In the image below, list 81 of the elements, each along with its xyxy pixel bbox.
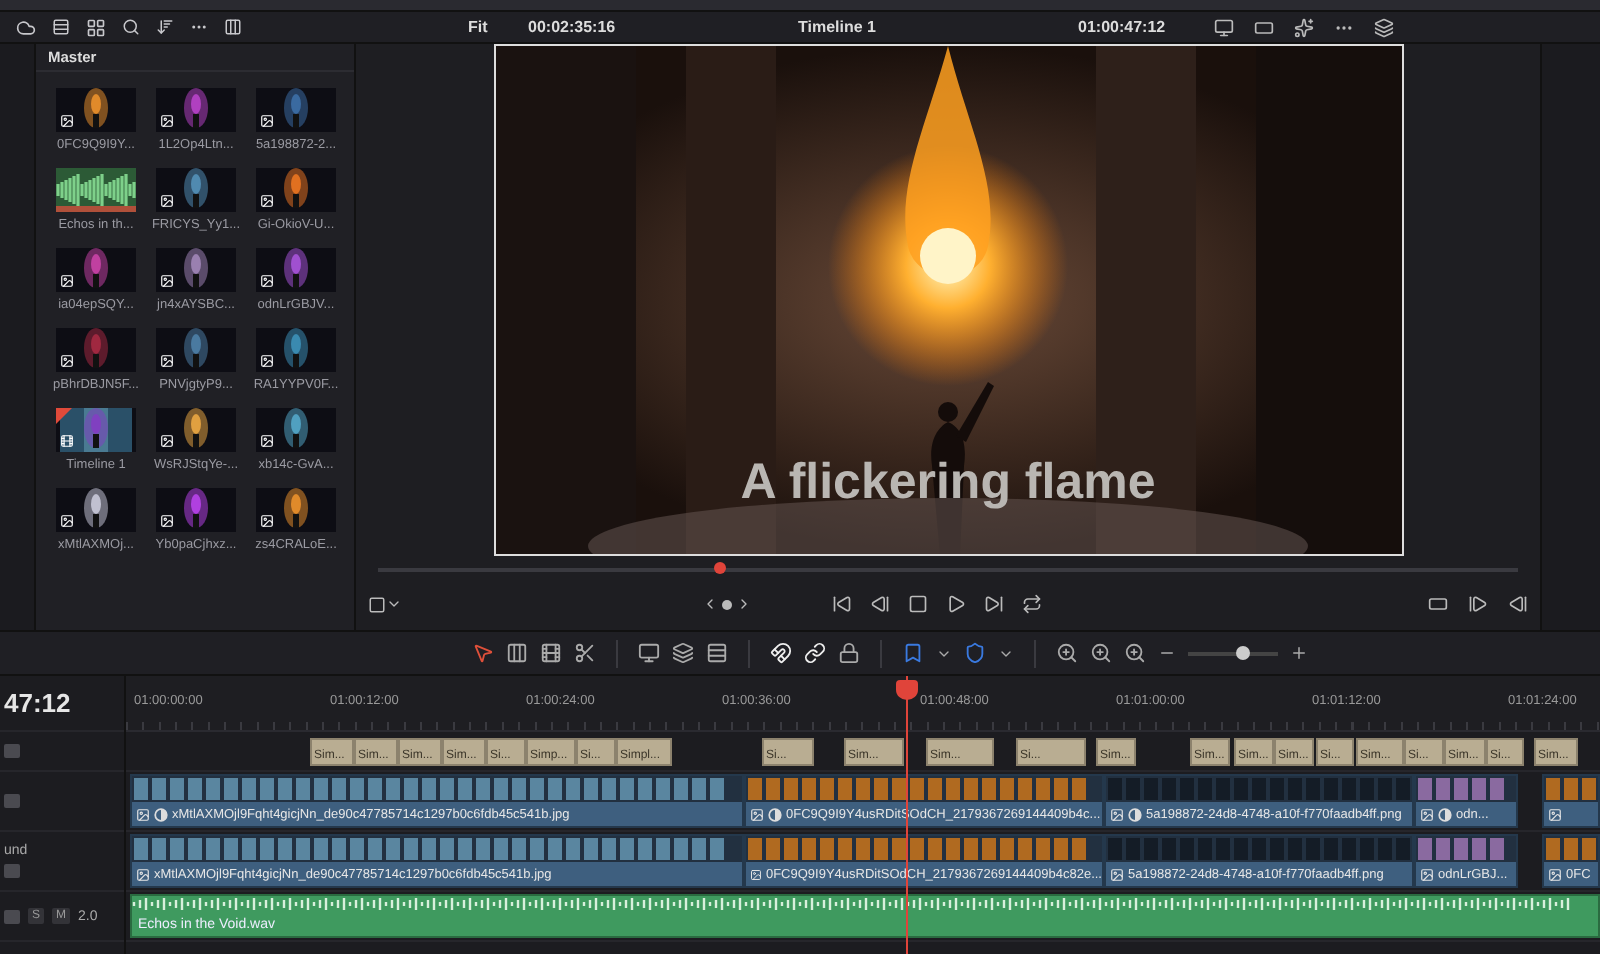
timeline-badge-icon [60, 434, 74, 448]
grid-view-icon[interactable] [86, 17, 106, 37]
chevron-down-icon[interactable] [386, 596, 402, 612]
search-icon[interactable] [122, 18, 140, 36]
image-badge-icon [260, 194, 274, 208]
half-circle-icon [768, 807, 782, 821]
scrubber-handle[interactable] [714, 562, 726, 574]
pointer-icon[interactable] [472, 642, 494, 664]
image-badge-icon [160, 354, 174, 368]
half-circle-icon [1128, 807, 1142, 821]
stop-icon[interactable] [908, 594, 928, 614]
flag-icon[interactable] [902, 642, 924, 664]
waveform-drawing [56, 168, 136, 212]
image-badge-icon [160, 114, 174, 128]
lock-icon[interactable] [838, 642, 860, 664]
image-icon [750, 867, 762, 881]
image-icon [1548, 867, 1562, 881]
image-badge-icon [160, 514, 174, 528]
image-icon [1548, 807, 1562, 821]
track-toggle[interactable] [4, 864, 20, 878]
video-clip[interactable] [1542, 774, 1600, 828]
track-toggle[interactable] [4, 744, 20, 758]
next-icon[interactable] [736, 596, 752, 612]
zoom-dropdown[interactable]: Fit [468, 18, 528, 36]
image-badge-icon [260, 274, 274, 288]
skip-back-icon[interactable] [832, 594, 852, 614]
image-badge-icon [260, 354, 274, 368]
cloud-icon[interactable] [16, 17, 36, 37]
track-toggle[interactable] [4, 794, 20, 808]
half-circle-icon [1438, 807, 1452, 821]
current-timecode: 01:00:47:12 [1078, 18, 1168, 36]
image-icon [1420, 807, 1434, 821]
in-point-icon[interactable] [1508, 594, 1528, 614]
image-badge-icon [60, 114, 74, 128]
track-toggle[interactable] [4, 909, 20, 923]
layout-icon[interactable] [224, 18, 242, 36]
image-badge-icon [60, 514, 74, 528]
list-view-icon[interactable] [52, 18, 70, 36]
image-badge-icon [260, 114, 274, 128]
monitor-icon[interactable] [1214, 17, 1234, 37]
match-frame-icon[interactable] [1428, 594, 1448, 614]
image-icon [136, 807, 150, 821]
viewer-mode-icon[interactable] [368, 595, 386, 613]
filmstrip-drawing [1544, 836, 1598, 862]
image-icon [136, 867, 150, 881]
image-badge-icon [260, 514, 274, 528]
filmstrip-drawing [1544, 776, 1598, 802]
image-badge-icon [60, 274, 74, 288]
image-badge-icon [260, 434, 274, 448]
subtitle-caption: A flickering flame [740, 454, 1156, 512]
skip-forward-icon[interactable] [984, 594, 1004, 614]
sort-icon[interactable] [156, 18, 174, 36]
loop-icon[interactable] [1022, 594, 1042, 614]
blade-icon[interactable] [574, 642, 596, 664]
image-icon [1110, 807, 1124, 821]
image-badge-icon [60, 354, 74, 368]
reverse-icon[interactable] [870, 594, 890, 614]
effects-icon[interactable] [1294, 17, 1314, 37]
duration-timecode: 00:02:35:16 [528, 18, 618, 36]
previous-icon[interactable] [702, 596, 718, 612]
image-badge-icon [160, 194, 174, 208]
image-badge-icon [160, 274, 174, 288]
zoom-slider-handle[interactable] [1236, 645, 1250, 659]
snapping-icon[interactable] [770, 642, 792, 664]
link-icon[interactable] [804, 642, 826, 664]
window-icon[interactable] [1254, 17, 1274, 37]
play-icon[interactable] [946, 594, 966, 614]
timeline-corner-icon [56, 408, 72, 424]
image-badge-icon [160, 434, 174, 448]
half-circle-icon [154, 807, 168, 821]
dot-icon[interactable] [722, 599, 732, 609]
marker-icon[interactable] [964, 642, 986, 664]
out-point-icon[interactable] [1468, 594, 1488, 614]
timeline-timecode: 47:12 [4, 688, 71, 718]
image-icon [1420, 867, 1434, 881]
image-icon [750, 807, 764, 821]
image-icon [1110, 867, 1124, 881]
filmstrip-drawing [1416, 776, 1516, 802]
filmstrip-drawing [1416, 836, 1516, 862]
timeline-dropdown[interactable]: Timeline 1 [798, 18, 1078, 36]
zoom-in-icon[interactable] [1290, 644, 1308, 662]
